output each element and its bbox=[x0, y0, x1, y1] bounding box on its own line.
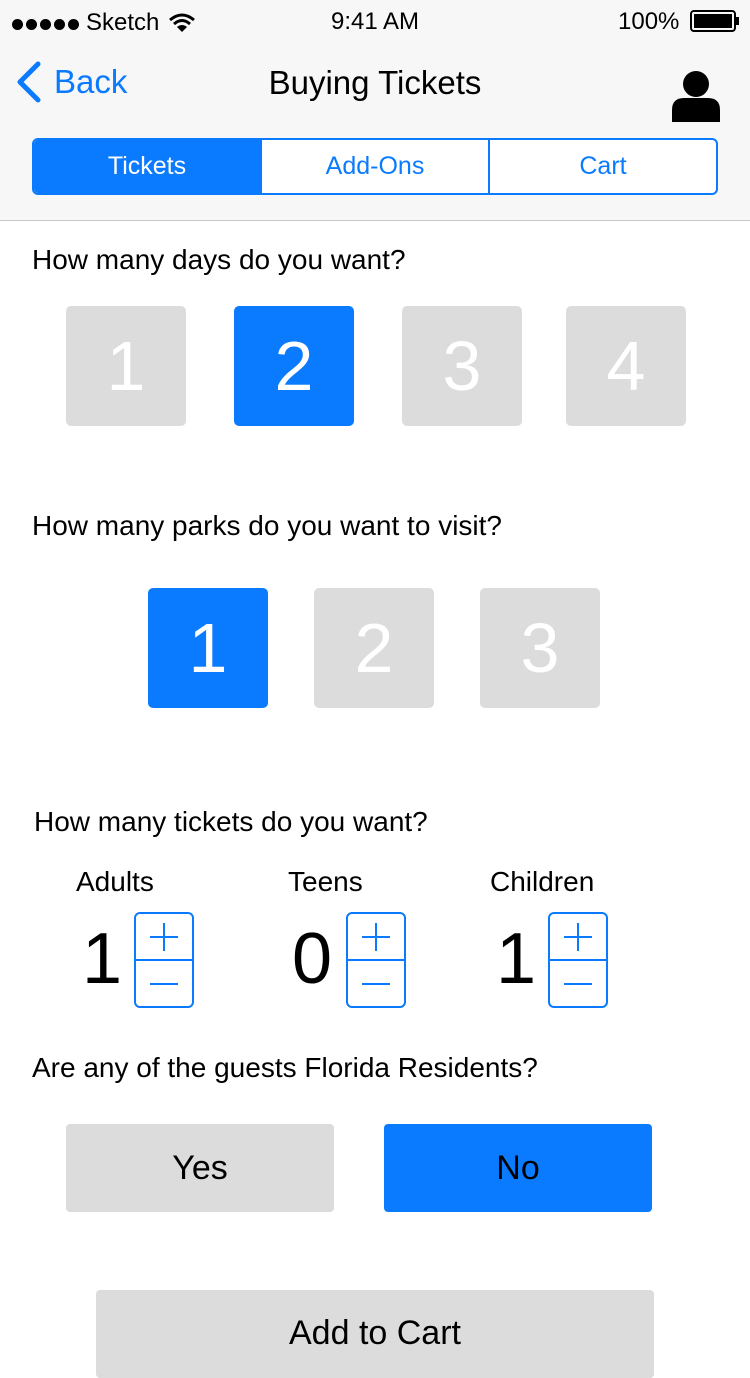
adults-increment-button[interactable] bbox=[136, 914, 192, 959]
children-count: 1 bbox=[496, 919, 537, 999]
parks-question: How many parks do you want to visit? bbox=[32, 510, 502, 541]
teens-label: Teens bbox=[288, 866, 363, 897]
teens-decrement-button[interactable] bbox=[348, 959, 404, 1006]
tab-tickets[interactable]: Tickets bbox=[34, 140, 260, 193]
tickets-question: How many tickets do you want? bbox=[34, 806, 428, 837]
children-decrement-button[interactable] bbox=[550, 959, 606, 1006]
residents-question: Are any of the guests Florida Residents? bbox=[32, 1052, 538, 1083]
teens-increment-button[interactable] bbox=[348, 914, 404, 959]
battery-icon bbox=[690, 10, 739, 32]
plus-icon bbox=[150, 922, 178, 951]
minus-icon bbox=[564, 982, 592, 985]
parks-option-1[interactable]: 1 bbox=[148, 588, 268, 708]
adults-label: Adults bbox=[76, 866, 154, 897]
battery-percent: 100% bbox=[618, 8, 680, 35]
children-increment-button[interactable] bbox=[550, 914, 606, 959]
teens-count: 0 bbox=[292, 919, 333, 999]
parks-option-3[interactable]: 3 bbox=[480, 588, 600, 708]
tab-cart[interactable]: Cart bbox=[488, 140, 716, 193]
days-option-2[interactable]: 2 bbox=[234, 306, 354, 426]
minus-icon bbox=[362, 982, 390, 985]
residents-yes-button[interactable]: Yes bbox=[66, 1124, 334, 1212]
residents-no-button[interactable]: No bbox=[384, 1124, 652, 1212]
days-option-3[interactable]: 3 bbox=[402, 306, 522, 426]
status-bar: Sketch 9:41 AM 100% bbox=[0, 0, 750, 44]
parks-option-2[interactable]: 2 bbox=[314, 588, 434, 708]
days-option-1[interactable]: 1 bbox=[66, 306, 186, 426]
plus-icon bbox=[362, 922, 390, 951]
page-title: Buying Tickets bbox=[268, 64, 482, 101]
plus-icon bbox=[564, 922, 592, 951]
add-to-cart-button[interactable]: Add to Cart bbox=[96, 1290, 654, 1378]
days-option-4[interactable]: 4 bbox=[566, 306, 686, 426]
days-question: How many days do you want? bbox=[32, 244, 406, 275]
minus-icon bbox=[150, 982, 178, 985]
teens-stepper bbox=[346, 912, 406, 1008]
adults-stepper bbox=[134, 912, 194, 1008]
children-stepper bbox=[548, 912, 608, 1008]
adults-count: 1 bbox=[82, 919, 123, 999]
user-profile-icon[interactable] bbox=[670, 70, 722, 122]
tab-add-ons[interactable]: Add-Ons bbox=[260, 140, 488, 193]
adults-decrement-button[interactable] bbox=[136, 959, 192, 1006]
section-tabs: Tickets Add-Ons Cart bbox=[32, 138, 718, 195]
children-label: Children bbox=[490, 866, 595, 897]
